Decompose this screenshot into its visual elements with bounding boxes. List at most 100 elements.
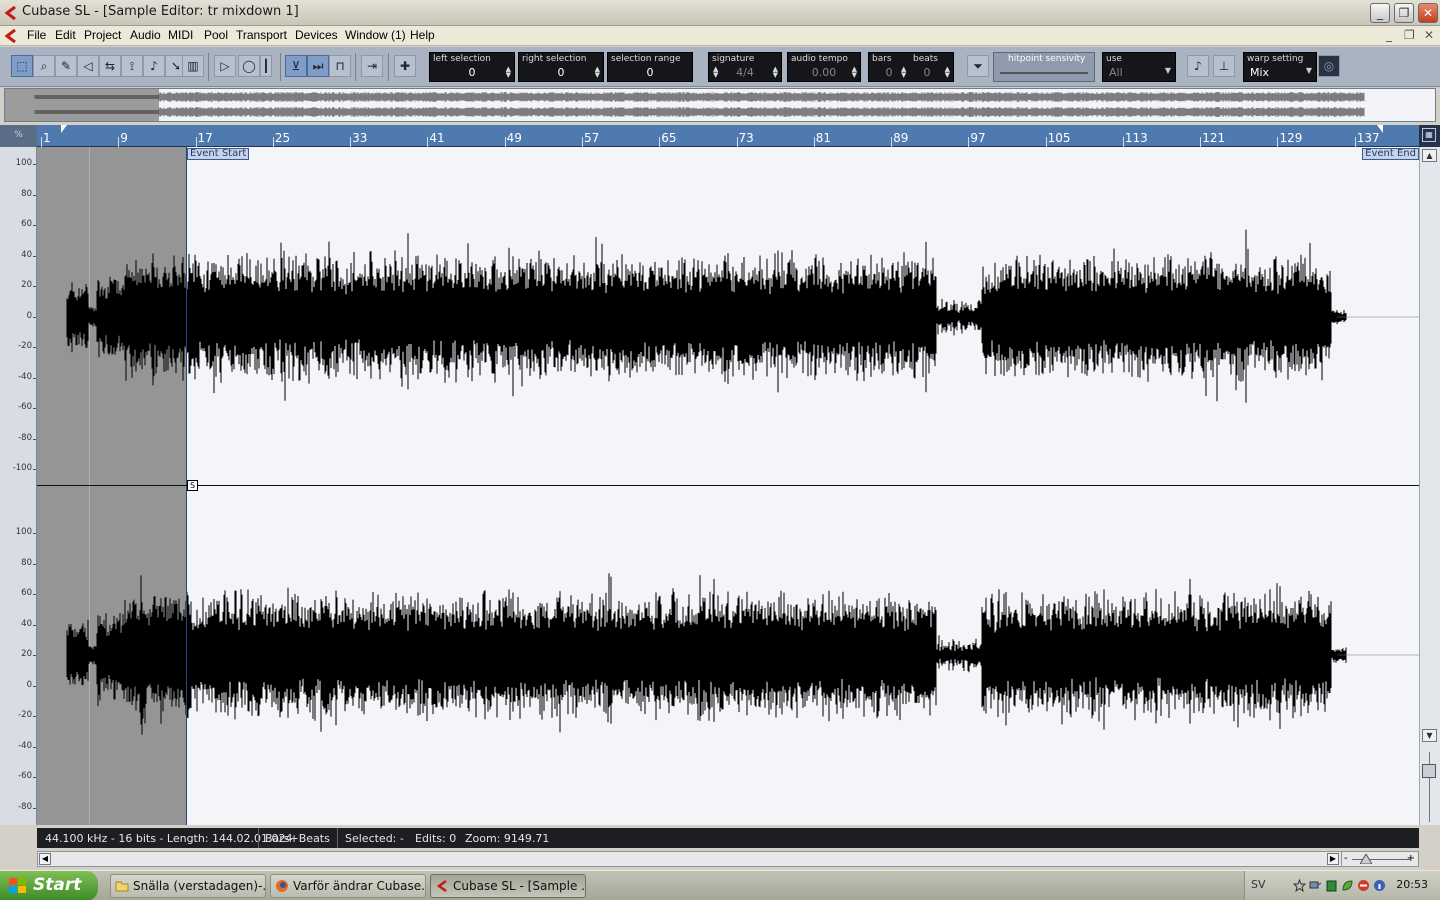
signature-value[interactable]: 4/4 <box>709 66 781 79</box>
minimize-button[interactable]: _ <box>1370 3 1390 23</box>
right-selection-value[interactable]: 0 <box>519 66 603 79</box>
scale-label-top: 60 <box>21 219 32 229</box>
hitpoint-sensivity-slider[interactable]: hitpoint sensivity <box>993 52 1095 82</box>
warp-tool-icon[interactable]: ♪ <box>143 55 165 77</box>
left-selection-spinner-icon[interactable]: ▲ ▼ <box>506 66 511 79</box>
vertical-scrollbar[interactable]: ▲ ▼ <box>1419 147 1440 825</box>
menu-midi[interactable]: MIDI <box>168 28 193 42</box>
language-indicator[interactable]: SV <box>1251 878 1266 891</box>
ruler-options[interactable]: ▦ <box>1419 125 1440 147</box>
horizontal-scrollbar[interactable]: ◀ ▶ <box>37 851 1419 867</box>
menu-edit[interactable]: Edit <box>55 28 76 42</box>
menu-transport[interactable]: Transport <box>236 28 287 42</box>
waveform-channel <box>66 573 1347 735</box>
scrub-tool-icon[interactable]: ⇆ <box>99 55 121 77</box>
menu-window[interactable]: Window (1) <box>345 28 406 42</box>
autoscroll-icon[interactable]: ⏭ <box>307 55 329 77</box>
right-locator-marker[interactable] <box>1377 125 1383 133</box>
left-locator-marker[interactable] <box>61 125 67 133</box>
vertical-zoom-slider[interactable] <box>1422 752 1437 822</box>
beats-spinner-icon[interactable]: ▲ ▼ <box>945 66 950 79</box>
antivirus-tray-icon[interactable] <box>1357 879 1370 892</box>
horizontal-zoom-slider[interactable]: - + <box>1341 851 1419 867</box>
close-button[interactable]: ✕ <box>1418 3 1438 23</box>
audio-tempo-value[interactable]: 0.00 <box>788 66 860 79</box>
audio-tempo-field[interactable]: audio tempo 0.00 ▲ ▼ <box>787 52 861 82</box>
display-mode[interactable]: Bars+Beats <box>265 832 330 845</box>
menu-pool[interactable]: Pool <box>204 28 228 42</box>
menu-audio[interactable]: Audio <box>130 28 161 42</box>
menu-devices[interactable]: Devices <box>295 28 338 42</box>
volume-slider-icon[interactable]: ┃ <box>260 55 272 77</box>
ruler-options-icon[interactable]: ▦ <box>1422 128 1436 142</box>
ruler-tick <box>350 137 352 147</box>
network-tray-icon[interactable] <box>1309 879 1322 892</box>
mdi-close-button[interactable]: ✕ <box>1424 28 1434 42</box>
star-tray-icon[interactable] <box>1293 879 1306 892</box>
cubase-menu-icon[interactable] <box>3 28 19 44</box>
right-selection-field[interactable]: right selection 0 ▲ ▼ <box>518 52 604 82</box>
info-tray-icon[interactable] <box>1373 879 1386 892</box>
beats-value[interactable]: 0 <box>917 66 937 79</box>
zoom-tool-icon[interactable]: ⌕ <box>33 55 55 77</box>
bars-value[interactable]: 0 <box>879 66 899 79</box>
vertical-zoom-handle[interactable] <box>1422 764 1436 778</box>
bar-ruler[interactable]: 1 9 17 25 33 41 49 57 65 73 81 89 97 105 113 121 129 137 <box>37 125 1419 147</box>
snap-zero-icon[interactable]: ⊓ <box>329 55 351 77</box>
battery-tray-icon[interactable] <box>1325 879 1338 892</box>
horizontal-zoom-handle-icon[interactable] <box>1360 854 1372 864</box>
use-dropdown-icon[interactable]: ▼ <box>1165 66 1171 75</box>
mdi-restore-button[interactable]: ❐ <box>1404 28 1415 42</box>
warp-dropdown-icon[interactable]: ▼ <box>1306 66 1312 75</box>
draw-tool-icon[interactable]: ✎ <box>55 55 77 77</box>
taskbar-item-firefox[interactable]: Varför ändrar Cubase... <box>270 874 426 898</box>
menu-help[interactable]: Help <box>410 28 435 42</box>
audio-tempo-spinner-icon[interactable]: ▲ ▼ <box>852 66 857 79</box>
scroll-up-icon[interactable]: ▲ <box>1422 149 1437 162</box>
show-event-icon[interactable]: ⊻ <box>285 55 307 77</box>
loop-button-icon[interactable]: ◯ <box>238 55 260 77</box>
snap-icon[interactable]: ⇥ <box>361 55 383 77</box>
marker-icon[interactable]: ⊥ <box>1213 55 1235 77</box>
signature-spinner-right-icon[interactable]: ▲ ▼ <box>773 66 778 79</box>
selection-range-value[interactable]: 0 <box>608 66 692 79</box>
signature-field[interactable]: signature 4/4 ▲ ▼ ▲ ▼ <box>708 52 782 82</box>
event-start-marker[interactable]: Event Start <box>187 148 250 160</box>
bars-spinner-icon[interactable]: ▲ ▼ <box>901 66 906 79</box>
right-selection-spinner-icon[interactable]: ▲ ▼ <box>595 66 600 79</box>
hitpoint-mode-icon[interactable]: ⏷ <box>967 55 989 77</box>
start-button[interactable]: Start <box>0 871 98 900</box>
selection-range-field[interactable]: selection range 0 <box>607 52 693 82</box>
scale-tick <box>33 807 36 809</box>
event-end-marker[interactable]: Event End <box>1362 148 1419 160</box>
scroll-left-icon[interactable]: ◀ <box>39 853 51 865</box>
bars-beats-field[interactable]: bars beats 0 ▲ ▼ 0 ▲ ▼ <box>868 52 954 82</box>
scroll-down-icon[interactable]: ▼ <box>1422 729 1437 742</box>
range-select-tool-icon[interactable]: ⬚ <box>11 55 33 77</box>
use-select[interactable]: use All ▼ <box>1102 52 1176 82</box>
mdi-minimize-button[interactable]: _ <box>1386 28 1392 42</box>
leaf-tray-icon[interactable] <box>1341 879 1354 892</box>
waveform-overview[interactable] <box>4 88 1436 122</box>
warp-spiral-icon[interactable]: ◎ <box>1318 55 1340 77</box>
snap-point-marker[interactable]: S <box>187 480 198 491</box>
waveform-display[interactable]: Event Start Event End S <box>37 147 1419 825</box>
menu-project[interactable]: Project <box>84 28 121 42</box>
scale-label-top: -20 <box>18 341 32 351</box>
scroll-right-icon[interactable]: ▶ <box>1327 853 1339 865</box>
restore-button[interactable]: ❐ <box>1394 3 1414 23</box>
play-button-icon[interactable]: ▷ <box>214 55 236 77</box>
ruler-scale-toggle[interactable]: % <box>0 125 37 147</box>
menu-file[interactable]: File <box>27 28 46 42</box>
note-icon[interactable]: ♪ <box>1187 55 1209 77</box>
left-selection-field[interactable]: left selection 0 ▲ ▼ <box>429 52 515 82</box>
grid-tool-icon[interactable]: ▥ <box>182 55 204 77</box>
taskbar-item-folder[interactable]: Snälla (verstadagen)-... <box>110 874 266 898</box>
hitpoint-tool-icon[interactable]: ⟟ <box>121 55 143 77</box>
warp-setting-select[interactable]: warp setting Mix ▼ <box>1243 52 1317 82</box>
signature-spinner-left-icon[interactable]: ▲ ▼ <box>713 66 718 79</box>
play-tool-icon[interactable]: ◁ <box>77 55 99 77</box>
taskbar-item-cubase[interactable]: Cubase SL - [Sample ... <box>430 874 586 898</box>
left-selection-value[interactable]: 0 <box>430 66 514 79</box>
crosshair-icon[interactable]: ✚ <box>394 55 416 77</box>
